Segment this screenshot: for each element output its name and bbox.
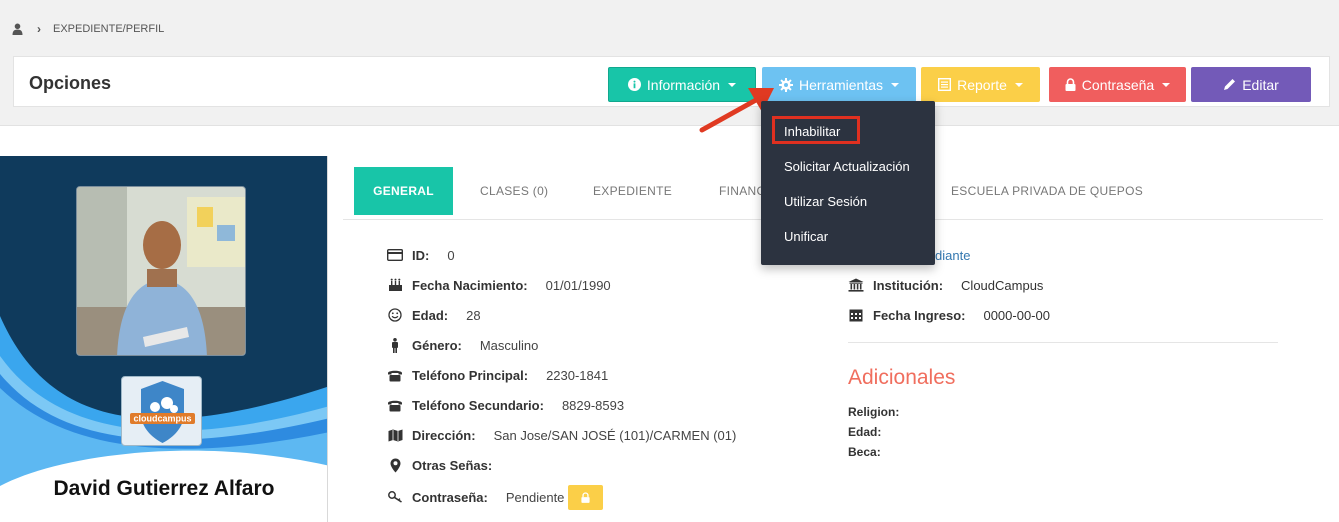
options-bar: Opciones Información Herramientas Report… — [13, 56, 1330, 107]
phone-icon — [387, 398, 403, 412]
field-value: Pendiente — [505, 489, 565, 505]
list-icon — [938, 78, 952, 91]
field-value: 01/01/1990 — [545, 277, 611, 293]
chevron-right-icon: › — [37, 22, 41, 36]
breadcrumb-current: EXPEDIENTE/PERFIL — [53, 23, 165, 35]
tab-clases[interactable]: CLASES (0) — [480, 167, 548, 215]
field-institucion: Institución: CloudCampus — [848, 276, 1043, 294]
user-icon[interactable] — [12, 23, 23, 35]
male-icon — [387, 337, 403, 353]
editar-label: Editar — [1242, 76, 1279, 93]
field-value: CloudCampus — [961, 277, 1044, 293]
menu-item-utilizar-sesion[interactable]: Utilizar Sesión — [784, 194, 867, 209]
tab-financ[interactable]: FINANC — [719, 167, 765, 215]
birthday-cake-icon — [387, 278, 403, 292]
field-label: Otras Señas: — [412, 457, 493, 473]
card-right-border — [327, 156, 328, 522]
field-label: Fecha Nacimiento: — [412, 277, 528, 293]
reporte-label: Reporte — [957, 76, 1007, 93]
field-value: 8829-8593 — [561, 397, 625, 413]
field-edad: Edad: 28 — [387, 306, 481, 324]
field-fecha-nacimiento: Fecha Nacimiento: 01/01/1990 — [387, 276, 611, 294]
adicional-beca: Beca: — [848, 445, 881, 459]
menu-item-inhabilitar[interactable]: Inhabilitar — [784, 124, 840, 139]
institution-icon — [848, 278, 864, 292]
smile-icon — [387, 308, 403, 322]
field-direccion: Dirección: San Jose/SAN JOSÉ (101)/CARME… — [387, 426, 736, 444]
editar-button[interactable]: Editar — [1191, 67, 1311, 102]
password-lock-button[interactable] — [568, 484, 604, 510]
field-label: Teléfono Principal: — [412, 367, 529, 383]
tab-escuela[interactable]: ESCUELA PRIVADA DE QUEPOS — [951, 167, 1143, 215]
field-telefono-principal: Teléfono Principal: 2230-1841 — [387, 366, 608, 384]
field-fecha-ingreso: Fecha Ingreso: 0000-00-00 — [848, 306, 1050, 324]
field-label: ID: — [412, 247, 430, 263]
map-icon — [387, 428, 403, 442]
field-value: 28 — [466, 307, 481, 323]
adicional-edad: Edad: — [848, 425, 882, 439]
divider — [848, 342, 1278, 343]
field-genero: Género: Masculino — [387, 336, 538, 354]
reporte-button[interactable]: Reporte — [921, 67, 1040, 102]
phone-icon — [387, 368, 403, 382]
pencil-icon — [1223, 78, 1236, 91]
caret-down-icon — [1162, 82, 1171, 87]
role-link[interactable]: diante — [935, 248, 970, 263]
herramientas-label: Herramientas — [798, 76, 884, 93]
calendar-icon — [848, 308, 864, 322]
menu-item-solicitar-actualizacion[interactable]: Solicitar Actualización — [784, 159, 910, 174]
field-value: 0 — [447, 247, 455, 263]
tab-general[interactable]: GENERAL — [354, 167, 453, 215]
info-icon — [627, 78, 641, 91]
field-otras-senas: Otras Señas: — [387, 456, 510, 474]
caret-down-icon — [891, 82, 900, 87]
options-title: Opciones — [29, 73, 112, 93]
adicionales-title: Adicionales — [848, 366, 956, 389]
caret-down-icon — [1014, 82, 1023, 87]
contrasena-button[interactable]: Contraseña — [1049, 67, 1186, 102]
profile-photo — [76, 186, 246, 356]
tab-expediente[interactable]: EXPEDIENTE — [593, 167, 672, 215]
field-contrasena: Contraseña: Pendiente — [387, 484, 604, 510]
field-telefono-secundario: Teléfono Secundario: 8829-8593 — [387, 396, 624, 414]
herramientas-dropdown: Inhabilitar Solicitar Actualización Util… — [761, 101, 935, 265]
key-icon — [387, 490, 403, 504]
menu-item-unificar[interactable]: Unificar — [784, 229, 828, 244]
cloudcampus-logo: cloudcampus — [121, 376, 202, 446]
field-label: Teléfono Secundario: — [412, 397, 544, 413]
contrasena-label: Contraseña — [1081, 76, 1155, 93]
field-label: Género: — [412, 337, 462, 353]
field-label: Dirección: — [412, 427, 476, 443]
field-label: Fecha Ingreso: — [873, 307, 966, 323]
field-value: 0000-00-00 — [983, 307, 1050, 323]
lock-icon — [1065, 78, 1076, 91]
map-marker-icon — [387, 458, 403, 472]
field-label: Institución: — [873, 277, 944, 293]
field-id: ID: 0 — [387, 246, 455, 264]
profile-name: David Gutierrez Alfaro — [53, 477, 275, 500]
field-value: 2230-1841 — [546, 367, 609, 383]
field-label: Edad: — [412, 307, 449, 323]
field-rol: diante — [935, 246, 970, 264]
field-value: Masculino — [479, 337, 539, 353]
profile-card: cloudcampus David Gutierrez Alfaro — [0, 156, 328, 522]
id-card-icon — [387, 248, 403, 262]
breadcrumb: › EXPEDIENTE/PERFIL — [12, 22, 164, 36]
lock-icon — [581, 491, 591, 503]
field-value: San Jose/SAN JOSÉ (101)/CARMEN (01) — [493, 427, 737, 443]
adicional-religion: Religion: — [848, 405, 900, 419]
logo-text: cloudcampus — [133, 414, 191, 424]
field-label: Contraseña: — [412, 489, 488, 505]
